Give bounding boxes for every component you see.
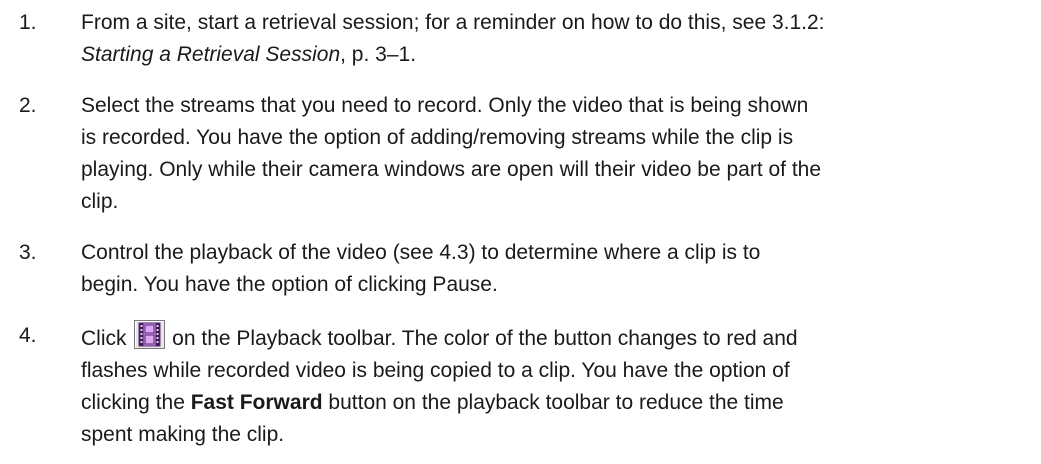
step-line: Starting a Retrieval Session, p. 3–1. [81,39,1039,71]
toolbar-instruction: on the Playback toolbar. The color of th… [166,327,798,350]
step-line: flashes while recorded video is being co… [81,359,790,382]
step-number: 4. [19,324,37,347]
step-number: 2. [19,94,37,117]
film-clip-icon[interactable] [134,320,166,349]
click-label: Click [81,327,133,350]
step-text: From a site, start a retrieval session; … [81,7,1039,71]
step-line: Select the streams that you need to reco… [81,94,809,117]
step-line: clicking the Fast Forward button on the … [81,387,1039,419]
step-line: begin. You have the option of clicking P… [81,273,498,296]
step-number: 3. [19,241,37,264]
step-line: Click on the Playback toolbar. The color… [81,320,1039,355]
step-text: Click on the Playback toolbar. The color… [81,320,1039,451]
step-line: spent making the clip. [81,423,285,446]
step-line: From a site, start a retrieval session; … [81,11,825,34]
fast-forward-label: Fast Forward [190,391,323,414]
page-reference: , p. 3–1. [340,43,417,66]
step-text: Control the playback of the video (see 4… [81,237,1039,301]
step-line: Control the playback of the video (see 4… [81,241,761,264]
step-text: Select the streams that you need to reco… [81,90,1039,218]
step-line: is recorded. You have the option of addi… [81,126,794,149]
toolbar-text: button on the playback toolbar to reduce… [322,391,784,414]
clicking-label: clicking the [81,391,191,414]
section-reference: Starting a Retrieval Session [81,43,341,66]
step-line: clip. [81,190,119,213]
step-line: playing. Only while their camera windows… [81,158,822,181]
step-number: 1. [19,11,37,34]
